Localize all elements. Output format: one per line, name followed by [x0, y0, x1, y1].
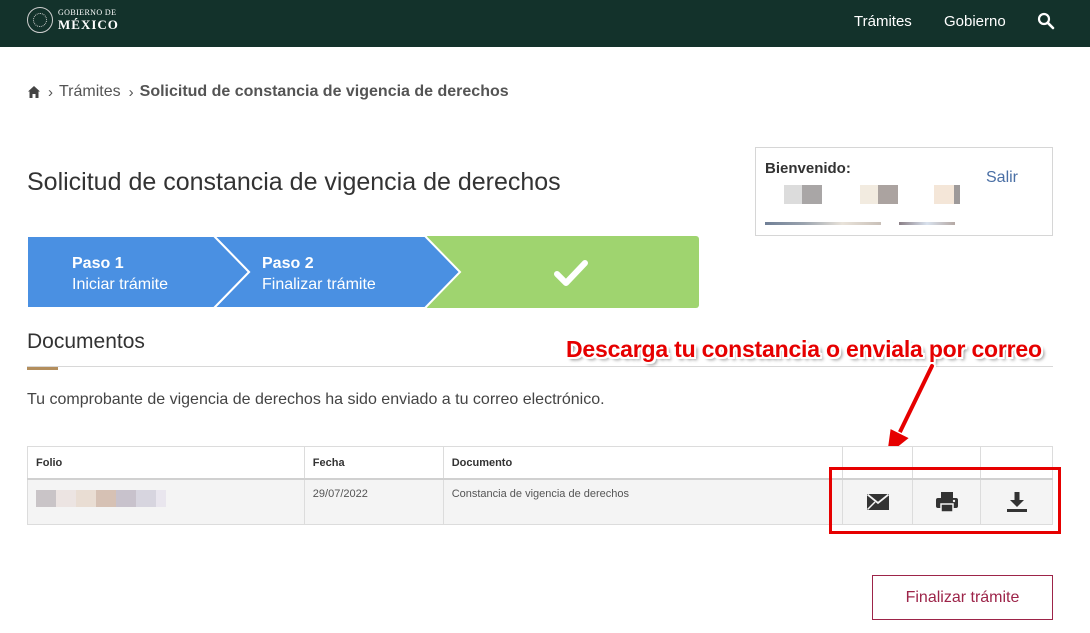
section-accent-bar — [27, 367, 58, 370]
col-folio: Folio — [27, 446, 305, 479]
annotation-callout: Descarga tu constancia o enviala por cor… — [566, 336, 1042, 362]
logo-line-1: GOBIERNO DE — [58, 8, 117, 17]
logo-line-2: MÉXICO — [58, 17, 119, 32]
step-1-subtitle: Iniciar trámite — [72, 276, 169, 293]
redacted-folio — [36, 489, 296, 507]
top-navbar: GOBIERNO DE MÉXICO Trámites Gobierno — [0, 0, 1090, 47]
chevron-right-icon: › — [48, 83, 53, 101]
nav-gobierno[interactable]: Gobierno — [944, 13, 1006, 30]
chevron-right-icon: › — [128, 83, 134, 101]
welcome-label: Bienvenido: — [765, 160, 851, 177]
step-2-title: Paso 2 — [262, 255, 314, 272]
step-1-text: Paso 1 Iniciar trámite — [72, 253, 168, 295]
seal-icon — [27, 7, 53, 33]
breadcrumb: › Trámites › Solicitud de constancia de … — [27, 83, 509, 101]
progress-stepper: Paso 1 Iniciar trámite Paso 2 Finalizar … — [27, 236, 699, 308]
sent-message: Tu comprobante de vigencia de derechos h… — [27, 391, 605, 408]
cell-folio — [27, 478, 305, 525]
welcome-box: Bienvenido: Salir — [755, 147, 1053, 236]
step-2-text: Paso 2 Finalizar trámite — [262, 253, 376, 295]
step-1-title: Paso 1 — [72, 255, 124, 272]
finalizar-tramite-button[interactable]: Finalizar trámite — [872, 575, 1053, 620]
step-2-subtitle: Finalizar trámite — [262, 276, 376, 293]
nav-tramites[interactable]: Trámites — [854, 13, 912, 30]
col-fecha: Fecha — [303, 446, 444, 479]
logout-link[interactable]: Salir — [986, 169, 1018, 187]
home-icon[interactable] — [27, 85, 41, 99]
page-title: Solicitud de constancia de vigencia de d… — [27, 168, 561, 196]
cell-documento: Constancia de vigencia de derechos — [442, 478, 844, 525]
col-documento: Documento — [442, 446, 844, 479]
cell-fecha: 29/07/2022 — [303, 478, 444, 525]
check-icon — [554, 260, 588, 286]
search-icon[interactable] — [1037, 12, 1055, 30]
annotation-highlight-box — [829, 467, 1061, 534]
gobierno-mexico-logo[interactable]: GOBIERNO DE MÉXICO — [27, 7, 119, 33]
breadcrumb-current: Solicitud de constancia de vigencia de d… — [139, 83, 509, 100]
documents-heading: Documentos — [27, 330, 145, 353]
breadcrumb-tramites[interactable]: Trámites — [59, 83, 121, 101]
